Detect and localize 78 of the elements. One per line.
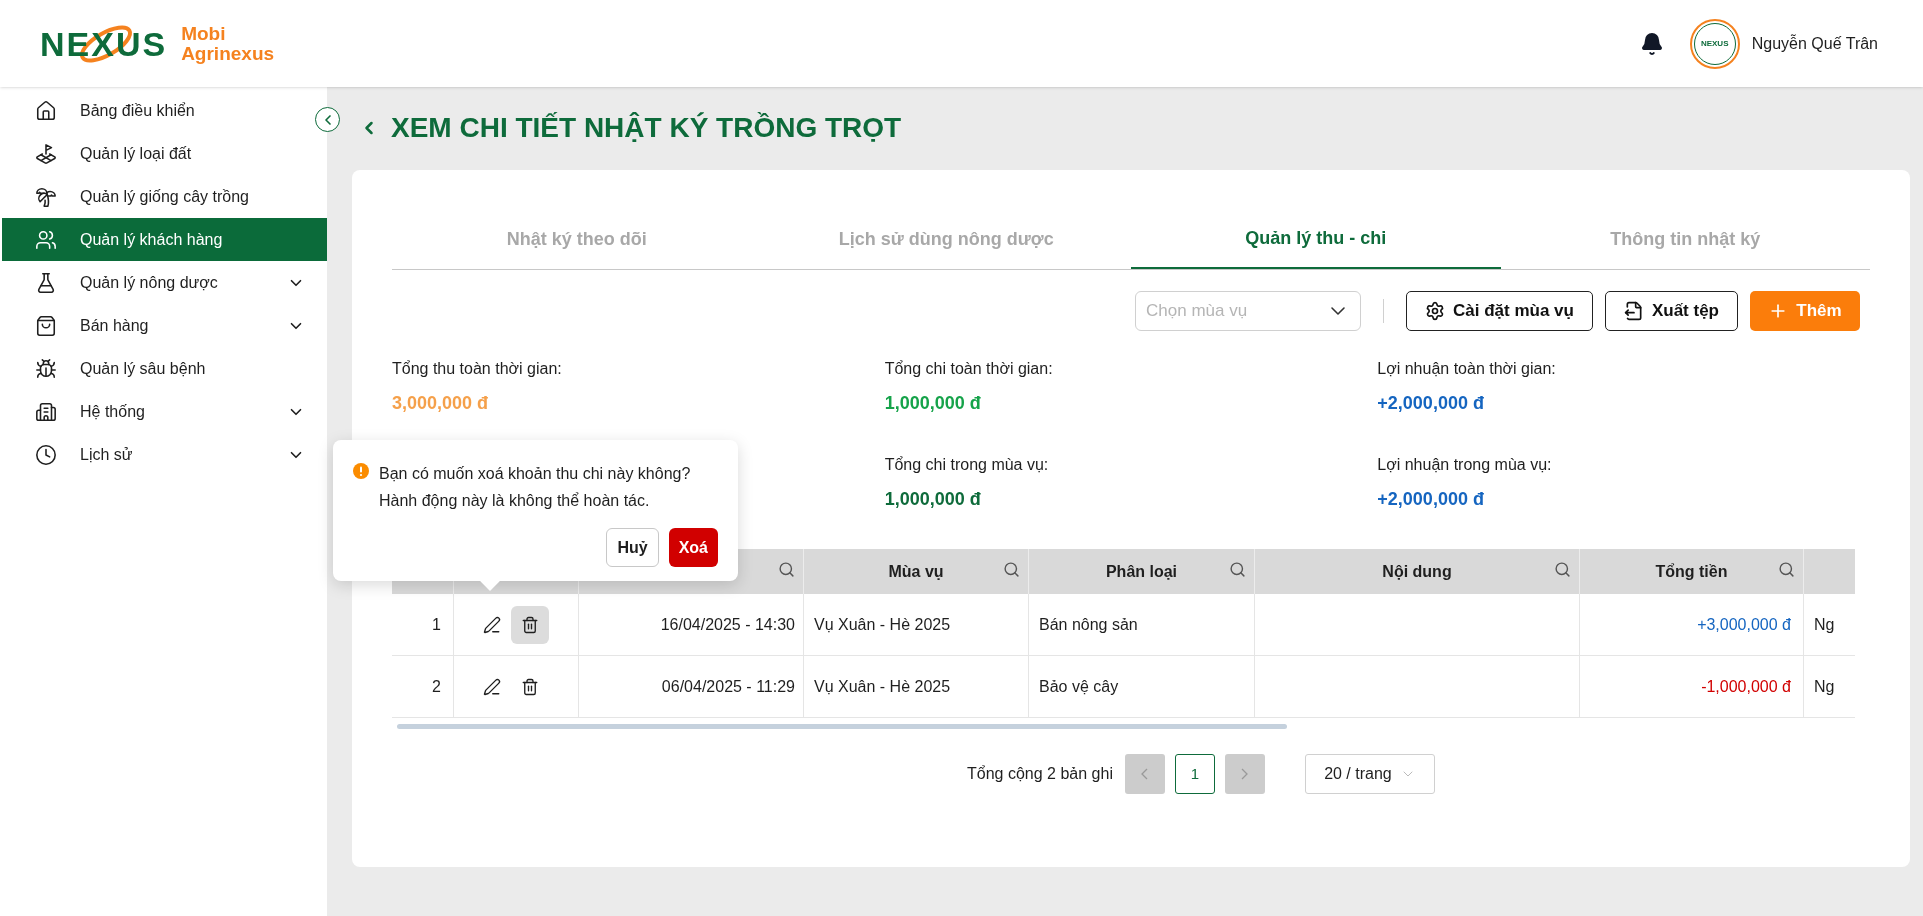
home-icon xyxy=(35,99,57,122)
palm-tree-icon xyxy=(35,185,57,208)
delete-button[interactable] xyxy=(511,605,549,644)
warning-icon xyxy=(353,463,369,479)
bug-icon xyxy=(35,357,57,380)
notification-bell-icon[interactable] xyxy=(1639,31,1664,56)
chevron-right-icon xyxy=(1241,768,1249,780)
trash-icon xyxy=(521,615,539,634)
page-title: XEM CHI TIẾT NHẬT KÝ TRỒNG TRỌT xyxy=(391,111,902,145)
table-cell: 1 xyxy=(392,594,454,655)
column-header: Nội dung xyxy=(1255,549,1580,594)
sidebar-item[interactable]: Quản lý nông dược xyxy=(2,261,311,304)
table-cell: Vụ Xuân - Hè 2025 xyxy=(804,656,1029,717)
file-export-icon xyxy=(1623,301,1644,321)
edit-icon[interactable] xyxy=(483,615,501,634)
table-cell-text: Ng xyxy=(1813,676,1836,697)
avatar-logo-text: NEXUS xyxy=(1700,37,1729,50)
table-cell: 06/04/2025 - 11:29 xyxy=(579,656,804,717)
app-name: Agrinexus xyxy=(181,43,275,64)
table-cell: 16/04/2025 - 14:30 xyxy=(579,594,804,655)
sidebar-item[interactable]: Bảng điều khiển xyxy=(2,89,311,132)
confirm-message: Bạn có muốn xoá khoản thu chi này không? xyxy=(379,464,691,484)
tab[interactable]: Quản lý thu - chi xyxy=(1131,210,1501,269)
table-cell: Vụ Xuân - Hè 2025 xyxy=(804,594,1029,655)
column-header: Phân loại xyxy=(1029,549,1255,594)
stat-value: +2,000,000 đ xyxy=(1377,392,1484,415)
total-records: Tổng cộng 2 bản ghi xyxy=(967,764,1113,784)
column-header: Mùa vụ xyxy=(804,549,1029,594)
stat-label: Tổng thu toàn thời gian: xyxy=(392,359,563,379)
page-size-select[interactable]: 20 / trang xyxy=(1304,754,1435,794)
table-cell: Bảo vệ cây xyxy=(1029,656,1255,717)
stat-label: Lợi nhuận trong mùa vụ: xyxy=(1377,455,1553,475)
stat-value: 3,000,000 đ xyxy=(392,392,489,415)
amount-text: +3,000,000 đ xyxy=(1697,614,1791,635)
sidebar-item[interactable]: Quản lý khách hàng xyxy=(2,218,327,261)
search-icon[interactable] xyxy=(1778,561,1795,578)
sidebar-item[interactable]: Lịch sử xyxy=(2,433,311,476)
stat-label: Tổng chi toàn thời gian: xyxy=(884,359,1054,379)
search-icon[interactable] xyxy=(1003,561,1020,578)
export-button[interactable]: Xuất tệp xyxy=(1604,291,1738,331)
table-cell-text: Ng xyxy=(1813,614,1836,635)
stat-label: Tổng chi trong mùa vụ: xyxy=(884,455,1050,475)
column-header: Tổng tiền xyxy=(1580,549,1804,594)
stat-label: Lợi nhuận toàn thời gian: xyxy=(1377,359,1557,379)
table-cell: 2 xyxy=(392,656,454,717)
horizontal-scrollbar[interactable] xyxy=(397,724,1287,729)
sidebar-item[interactable]: Quản lý giống cây trồng xyxy=(2,175,311,218)
settings-icon xyxy=(1425,301,1445,321)
clock-icon xyxy=(35,443,57,466)
amount-text: -1,000,000 đ xyxy=(1701,676,1791,697)
bag-icon xyxy=(35,314,57,337)
search-icon[interactable] xyxy=(778,561,795,578)
chevron-left-icon xyxy=(1141,768,1149,780)
sidebar-item[interactable]: Quản lý sâu bệnh xyxy=(2,347,311,390)
building-icon xyxy=(35,400,57,423)
land-plot-icon xyxy=(35,142,57,165)
stat-value: 1,000,000 đ xyxy=(884,488,981,511)
confirm-message: Hành động này là không thể hoàn tác. xyxy=(379,491,651,511)
cancel-button[interactable]: Huỷ xyxy=(606,528,659,567)
collapse-sidebar-button[interactable] xyxy=(315,107,340,132)
app-name: Mobi xyxy=(181,23,227,44)
user-name[interactable]: Nguyễn Quế Trân xyxy=(1751,31,1878,56)
season-settings-button[interactable]: Cài đặt mùa vụ xyxy=(1406,291,1593,331)
stat-value: +2,000,000 đ xyxy=(1377,488,1484,511)
delete-confirm-button[interactable]: Xoá xyxy=(668,528,718,567)
table-cell: Bán nông sản xyxy=(1029,594,1255,655)
sidebar-item[interactable]: Quản lý loại đất xyxy=(2,132,311,175)
page-button[interactable]: 1 xyxy=(1174,754,1215,794)
flask-icon xyxy=(35,271,57,294)
sidebar-item[interactable]: Hệ thống xyxy=(2,390,311,433)
edit-icon[interactable] xyxy=(483,677,501,696)
search-icon[interactable] xyxy=(1229,561,1246,578)
avatar[interactable]: NEXUS xyxy=(1689,18,1740,69)
users-icon xyxy=(35,228,57,251)
sidebar-item[interactable]: Bán hàng xyxy=(2,304,311,347)
stat-value: 1,000,000 đ xyxy=(884,392,981,415)
search-icon[interactable] xyxy=(1554,561,1571,578)
trash-icon xyxy=(521,677,539,696)
